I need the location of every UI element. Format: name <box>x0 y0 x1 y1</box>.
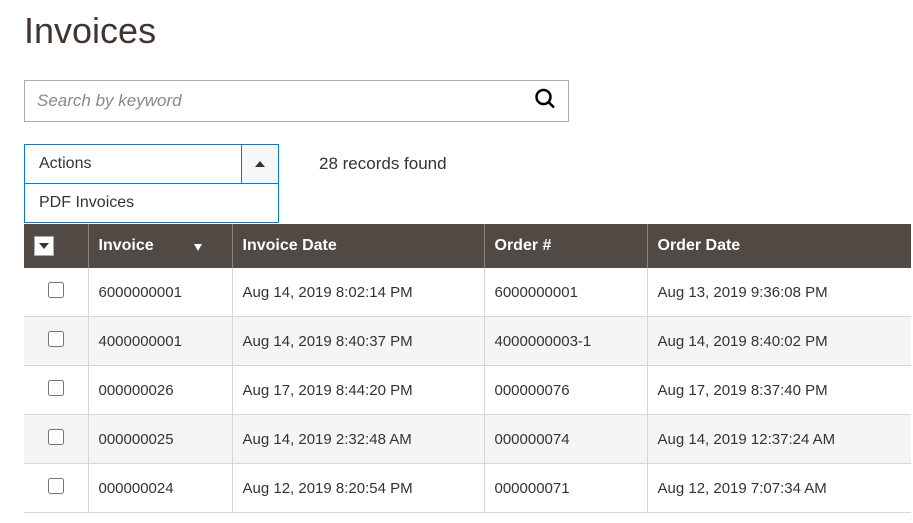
actions-dropdown-item-pdf-invoices[interactable]: PDF Invoices <box>25 184 278 222</box>
header-select-all[interactable] <box>24 224 88 268</box>
header-invoice-label: Invoice <box>99 237 154 255</box>
cell-order-date: Aug 17, 2019 8:37:40 PM <box>647 366 911 415</box>
cell-invoice: 000000024 <box>88 464 232 513</box>
sort-desc-icon <box>194 241 202 251</box>
header-order-label: Order # <box>495 237 552 254</box>
cell-invoice-date: Aug 14, 2019 8:40:37 PM <box>232 317 484 366</box>
table-row: 6000000001 Aug 14, 2019 8:02:14 PM 60000… <box>24 268 911 317</box>
cell-invoice: 000000026 <box>88 366 232 415</box>
search-container <box>24 80 569 122</box>
table-header-row: Invoice Invoice Date Order # Order Date <box>24 224 911 268</box>
cell-order: 4000000003-1 <box>484 317 647 366</box>
header-invoice[interactable]: Invoice <box>88 224 232 268</box>
row-checkbox[interactable] <box>48 478 64 494</box>
cell-invoice: 000000025 <box>88 415 232 464</box>
cell-order: 000000071 <box>484 464 647 513</box>
header-order-date[interactable]: Order Date <box>647 224 911 268</box>
row-checkbox[interactable] <box>48 380 64 396</box>
header-invoice-date[interactable]: Invoice Date <box>232 224 484 268</box>
cell-order: 6000000001 <box>484 268 647 317</box>
cell-order: 000000074 <box>484 415 647 464</box>
cell-invoice-date: Aug 14, 2019 8:02:14 PM <box>232 268 484 317</box>
cell-order-date: Aug 14, 2019 12:37:24 AM <box>647 415 911 464</box>
table-row: 000000025 Aug 14, 2019 2:32:48 AM 000000… <box>24 415 911 464</box>
cell-invoice-date: Aug 14, 2019 2:32:48 AM <box>232 415 484 464</box>
cell-order: 000000076 <box>484 366 647 415</box>
actions-label: Actions <box>25 145 242 183</box>
actions-select: Actions PDF Invoices <box>24 144 279 184</box>
header-order[interactable]: Order # <box>484 224 647 268</box>
search-input[interactable] <box>24 80 569 122</box>
invoices-table: Invoice Invoice Date Order # Order Date … <box>24 224 911 513</box>
header-invoice-date-label: Invoice Date <box>243 237 337 254</box>
caret-up-icon <box>242 145 278 183</box>
header-order-date-label: Order Date <box>658 237 741 254</box>
row-checkbox[interactable] <box>48 429 64 445</box>
page-title: Invoices <box>24 10 889 52</box>
actions-dropdown: PDF Invoices <box>24 184 279 223</box>
row-checkbox[interactable] <box>48 331 64 347</box>
records-found: 28 records found <box>319 154 447 174</box>
cell-invoice: 4000000001 <box>88 317 232 366</box>
cell-invoice-date: Aug 17, 2019 8:44:20 PM <box>232 366 484 415</box>
table-row: 4000000001 Aug 14, 2019 8:40:37 PM 40000… <box>24 317 911 366</box>
cell-order-date: Aug 14, 2019 8:40:02 PM <box>647 317 911 366</box>
actions-button[interactable]: Actions <box>24 144 279 184</box>
select-all-checkbox[interactable] <box>34 236 54 256</box>
row-checkbox[interactable] <box>48 282 64 298</box>
controls-row: Actions PDF Invoices 28 records found <box>24 144 889 184</box>
cell-order-date: Aug 12, 2019 7:07:34 AM <box>647 464 911 513</box>
cell-invoice-date: Aug 12, 2019 8:20:54 PM <box>232 464 484 513</box>
search-icon[interactable] <box>533 87 557 116</box>
table-row: 000000026 Aug 17, 2019 8:44:20 PM 000000… <box>24 366 911 415</box>
cell-invoice: 6000000001 <box>88 268 232 317</box>
table-row: 000000024 Aug 12, 2019 8:20:54 PM 000000… <box>24 464 911 513</box>
cell-order-date: Aug 13, 2019 9:36:08 PM <box>647 268 911 317</box>
